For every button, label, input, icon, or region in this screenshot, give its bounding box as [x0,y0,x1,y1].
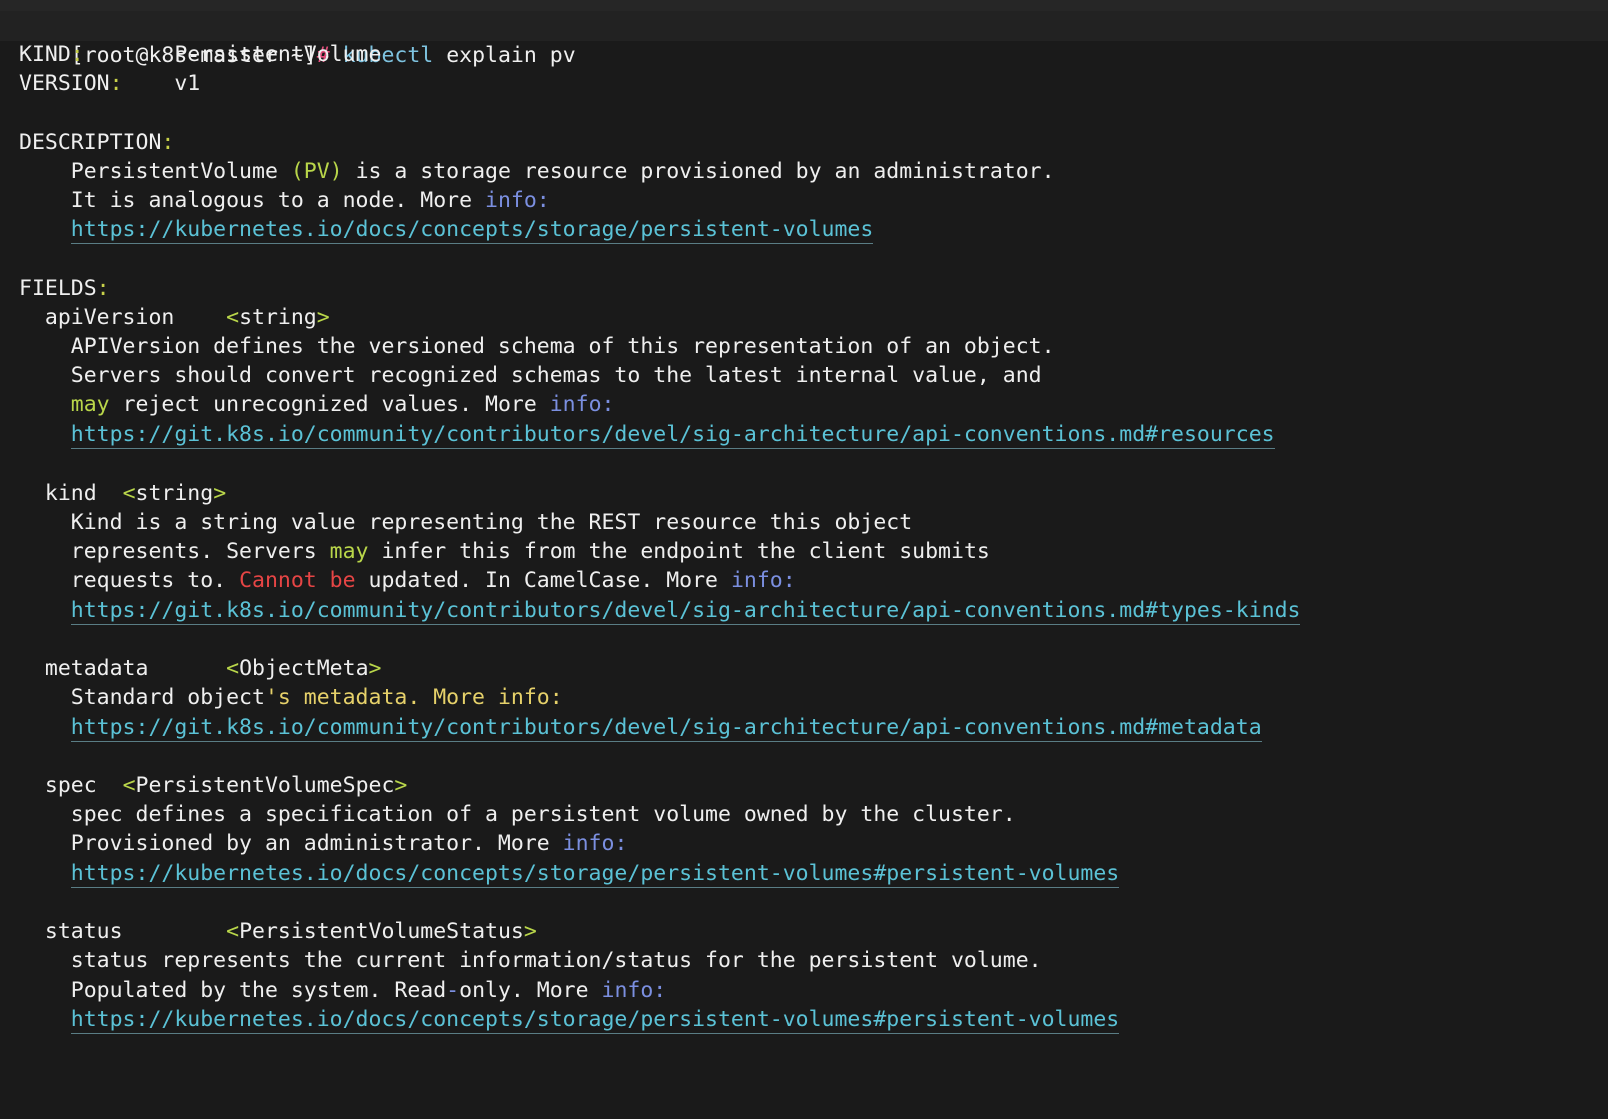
description-url-line: https://kubernetes.io/docs/concepts/stor… [19,215,874,245]
field-name: apiVersion [44,305,175,330]
field-apiversion-desc-1: APIVersion defines the versioned schema … [70,334,1055,359]
kind-label: KIND [19,42,71,67]
field-kind-url-link[interactable]: https://git.k8s.io/community/contributor… [70,598,1301,625]
field-kind-desc-3: requests to. Cannot be updated. In Camel… [70,568,796,593]
field-metadata-header: metadata <ObjectMeta> [44,656,382,681]
terminal-window[interactable]: [root@k8s-master ~]# kubectl explain pv … [0,0,1608,1119]
field-type: string [239,305,317,330]
version-line: VERSION: v1 [19,71,201,96]
field-spec-url-line: https://kubernetes.io/docs/concepts/stor… [19,859,1120,889]
field-name: kind [44,481,97,506]
description-line-2: It is analogous to a node. More info: [70,188,550,213]
field-metadata-desc-1: Standard object's metadata. More info: [70,685,563,710]
description-line-1: PersistentVolume (PV) is a storage resou… [70,159,1055,184]
field-type: PersistentVolumeStatus [239,919,524,944]
terminal-top-edge [0,0,1608,11]
field-type: PersistentVolumeSpec [135,773,395,798]
field-apiversion-desc-3: may reject unrecognized values. More inf… [70,392,615,417]
description-heading: DESCRIPTION: [19,130,175,155]
field-name: metadata [44,656,149,681]
field-type: ObjectMeta [239,656,369,681]
command-prompt-line: [root@k8s-master ~]# kubectl explain pv [0,11,1608,68]
command-args: explain pv [446,43,576,68]
field-status-header: status <PersistentVolumeStatus> [44,919,537,944]
field-type: string [135,481,214,506]
field-spec-desc-1: spec defines a specification of a persis… [70,802,1016,827]
field-apiversion-desc-2: Servers should convert recognized schema… [70,363,1042,388]
field-kind-url-line: https://git.k8s.io/community/contributor… [19,596,1301,626]
field-apiversion-url-line: https://git.k8s.io/community/contributor… [19,420,1275,450]
field-name: spec [44,773,97,798]
version-value: v1 [174,71,201,96]
field-status-desc-2: Populated by the system. Read-only. More… [70,978,667,1003]
field-status-desc-1: status represents the current informatio… [70,948,1042,973]
field-kind-desc-1: Kind is a string value representing the … [70,510,913,535]
fields-heading: FIELDS: [19,276,110,301]
description-url-link[interactable]: https://kubernetes.io/docs/concepts/stor… [70,217,874,244]
field-spec-desc-2: Provisioned by an administrator. More in… [70,831,628,856]
kind-value: PersistentVolume [174,42,382,67]
field-status-url-line: https://kubernetes.io/docs/concepts/stor… [19,1005,1120,1035]
field-name: status [44,919,123,944]
field-spec-header: spec <PersistentVolumeSpec> [44,773,408,798]
field-status-url-link[interactable]: https://kubernetes.io/docs/concepts/stor… [70,1007,1120,1034]
field-apiversion-header: apiVersion <string> [44,305,330,330]
field-metadata-url-link[interactable]: https://git.k8s.io/community/contributor… [70,715,1262,742]
version-label: VERSION [19,71,110,96]
field-kind-desc-2: represents. Servers may infer this from … [70,539,990,564]
field-metadata-url-line: https://git.k8s.io/community/contributor… [19,713,1262,743]
field-kind-header: kind <string> [44,481,227,506]
field-apiversion-url-link[interactable]: https://git.k8s.io/community/contributor… [70,422,1275,449]
field-spec-url-link[interactable]: https://kubernetes.io/docs/concepts/stor… [70,861,1120,888]
kind-line: KIND: PersistentVolume [19,42,382,67]
